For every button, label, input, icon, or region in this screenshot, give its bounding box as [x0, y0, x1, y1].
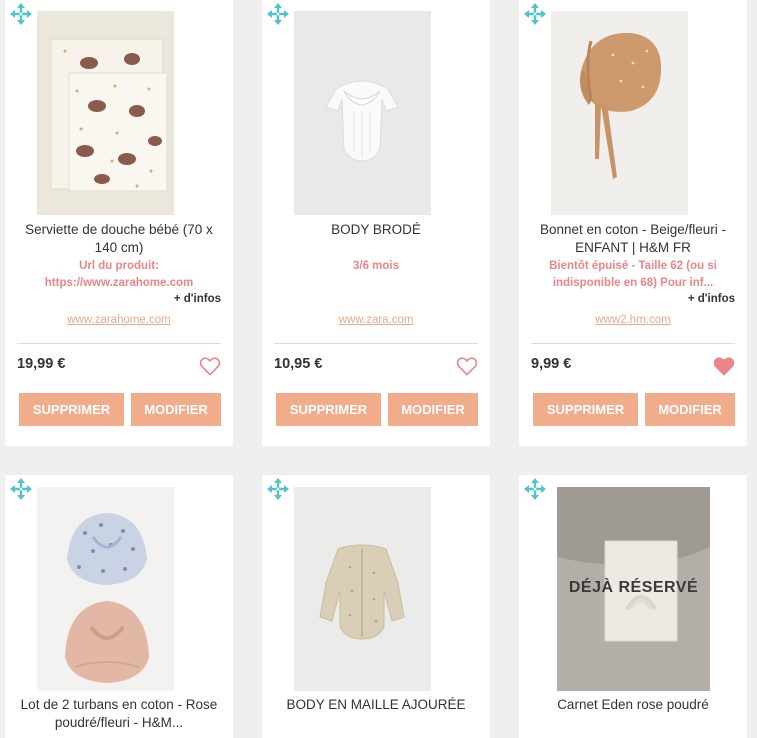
product-title[interactable]: Carnet Eden rose poudré [527, 696, 739, 714]
product-price: 19,99 € [17, 356, 66, 372]
delete-button[interactable]: SUPPRIMER [276, 393, 381, 426]
edit-button[interactable]: MODIFIER [645, 393, 735, 426]
product-card: BODY EN MAILLE AJOURÉE [262, 475, 490, 738]
delete-button[interactable]: SUPPRIMER [19, 393, 124, 426]
move-icon[interactable] [266, 2, 290, 26]
delete-button[interactable]: SUPPRIMER [533, 393, 638, 426]
product-image[interactable] [294, 487, 431, 691]
divider [274, 343, 478, 344]
move-icon[interactable] [9, 477, 33, 501]
product-title[interactable]: Serviette de douche bébé (70 x 140 cm) [13, 221, 225, 257]
product-card: Bonnet en coton - Beige/fleuri - ENFANT … [519, 0, 747, 446]
product-card: Lot de 2 turbans en coton - Rose poudré/… [5, 475, 233, 738]
more-info-link[interactable]: + d'infos [688, 293, 735, 305]
product-title[interactable]: Lot de 2 turbans en coton - Rose poudré/… [13, 696, 225, 732]
product-title[interactable]: BODY BRODÉ [270, 221, 482, 239]
product-image[interactable] [294, 11, 431, 215]
product-price: 10,95 € [274, 356, 323, 372]
move-icon[interactable] [523, 2, 547, 26]
move-icon[interactable] [523, 477, 547, 501]
product-image[interactable]: DÉJÀ RÉSERVÉ [557, 487, 710, 691]
product-card: Serviette de douche bébé (70 x 140 cm) U… [5, 0, 233, 446]
product-image[interactable] [37, 487, 174, 691]
product-title[interactable]: BODY EN MAILLE AJOURÉE [270, 696, 482, 714]
product-note: Bientôt épuisé - Taille 62 (ou si indisp… [549, 260, 717, 289]
heart-filled-icon[interactable] [713, 356, 735, 376]
product-card: DÉJÀ RÉSERVÉ Carnet Eden rose poudré [519, 475, 747, 738]
move-icon[interactable] [9, 2, 33, 26]
product-note: 3/6 mois [352, 260, 400, 272]
product-note: Url du produit: https://www.zarahome.com [44, 260, 194, 289]
product-card: BODY BRODÉ 3/6 mois www.zara.com 10,95 €… [262, 0, 490, 446]
divider [531, 343, 735, 344]
product-image[interactable] [551, 11, 688, 215]
more-info-link[interactable]: + d'infos [174, 293, 221, 305]
store-link[interactable]: www.zarahome.com [5, 314, 233, 326]
store-link[interactable]: www.zara.com [262, 314, 490, 326]
edit-button[interactable]: MODIFIER [131, 393, 221, 426]
divider [17, 343, 221, 344]
move-icon[interactable] [266, 477, 290, 501]
product-image[interactable] [37, 11, 174, 215]
product-price: 9,99 € [531, 356, 572, 372]
edit-button[interactable]: MODIFIER [388, 393, 478, 426]
heart-outline-icon[interactable] [199, 356, 221, 376]
product-title[interactable]: Bonnet en coton - Beige/fleuri - ENFANT … [527, 221, 739, 257]
heart-outline-icon[interactable] [456, 356, 478, 376]
store-link[interactable]: www2.hm.com [519, 314, 747, 326]
reserved-label: DÉJÀ RÉSERVÉ [568, 579, 699, 596]
